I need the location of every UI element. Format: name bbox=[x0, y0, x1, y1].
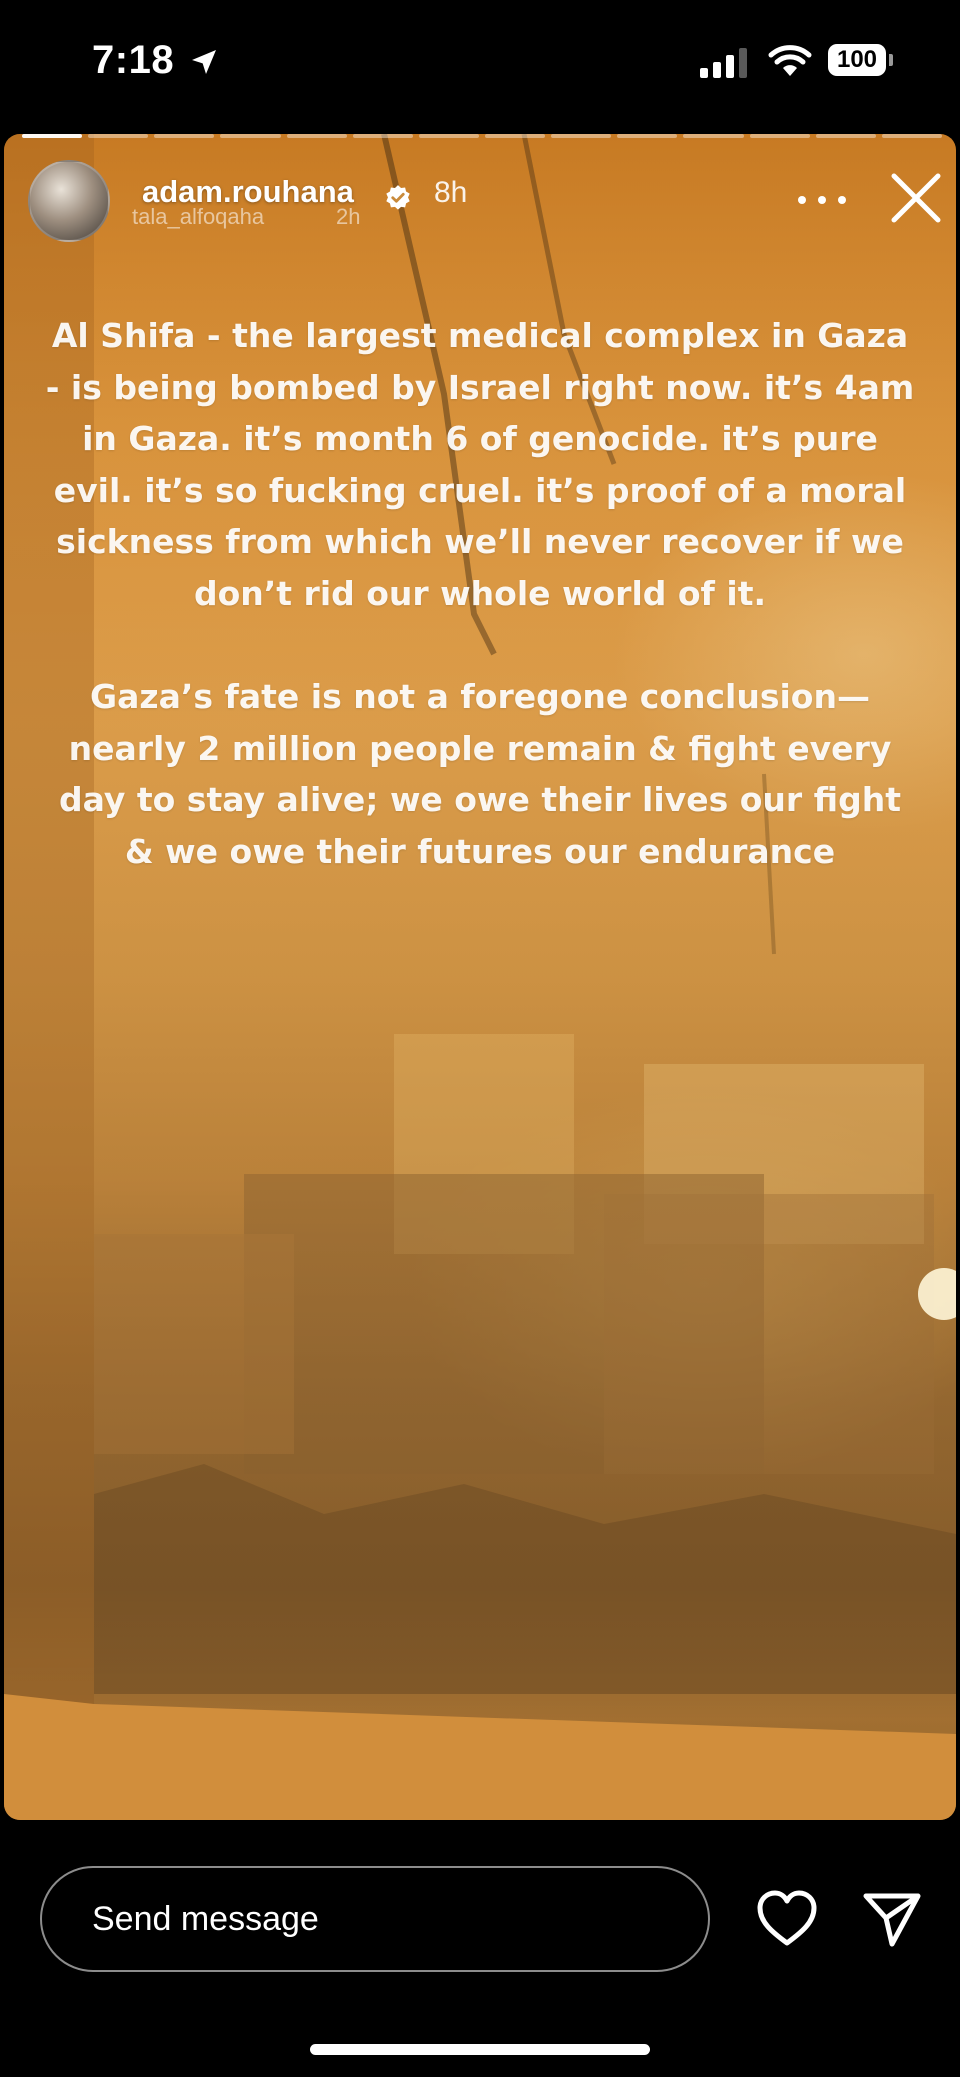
story-viewer[interactable]: tala_alfoqaha 2h adam.rouhana 8h Al Shif… bbox=[4, 134, 956, 1820]
wifi-icon bbox=[768, 45, 812, 76]
username[interactable]: adam.rouhana bbox=[142, 174, 354, 210]
progress-segment bbox=[815, 134, 876, 138]
caption-paragraph: Gaza’s fate is not a foregone conclusion… bbox=[59, 677, 901, 871]
more-options-icon[interactable] bbox=[794, 188, 850, 212]
progress-segment bbox=[881, 134, 942, 138]
progress-segment bbox=[154, 134, 215, 138]
progress-segment bbox=[286, 134, 347, 138]
send-message-input[interactable]: Send message bbox=[40, 1866, 710, 1972]
post-time: 8h bbox=[434, 176, 468, 209]
caption-paragraph: Al Shifa - the largest medical complex i… bbox=[45, 316, 915, 613]
story-caption: Al Shifa - the largest medical complex i… bbox=[44, 310, 916, 877]
progress-segment bbox=[352, 134, 413, 138]
status-time: 7:18 bbox=[92, 38, 175, 82]
progress-segment bbox=[683, 134, 744, 138]
progress-segment bbox=[749, 134, 810, 138]
home-indicator[interactable] bbox=[310, 2044, 650, 2055]
battery-icon: 100 bbox=[828, 44, 894, 78]
close-icon[interactable] bbox=[886, 168, 946, 228]
verified-badge-icon bbox=[386, 185, 410, 210]
battery-level: 100 bbox=[828, 44, 886, 76]
progress-segment bbox=[617, 134, 678, 138]
signal-icon bbox=[700, 48, 747, 78]
avatar[interactable] bbox=[28, 160, 110, 242]
story-header: tala_alfoqaha 2h adam.rouhana 8h bbox=[28, 160, 941, 250]
progress-segment bbox=[551, 134, 612, 138]
progress-segment bbox=[220, 134, 281, 138]
send-message-placeholder: Send message bbox=[92, 1900, 319, 1938]
progress-segment bbox=[22, 134, 83, 138]
send-icon[interactable] bbox=[862, 1890, 922, 1948]
progress-segment bbox=[418, 134, 479, 138]
status-bar: 7:18 100 bbox=[0, 0, 960, 130]
location-arrow-icon bbox=[192, 50, 216, 74]
heart-icon[interactable] bbox=[756, 1890, 818, 1948]
progress-segment bbox=[484, 134, 546, 138]
story-progress-bar bbox=[22, 134, 942, 138]
progress-segment bbox=[88, 134, 149, 138]
